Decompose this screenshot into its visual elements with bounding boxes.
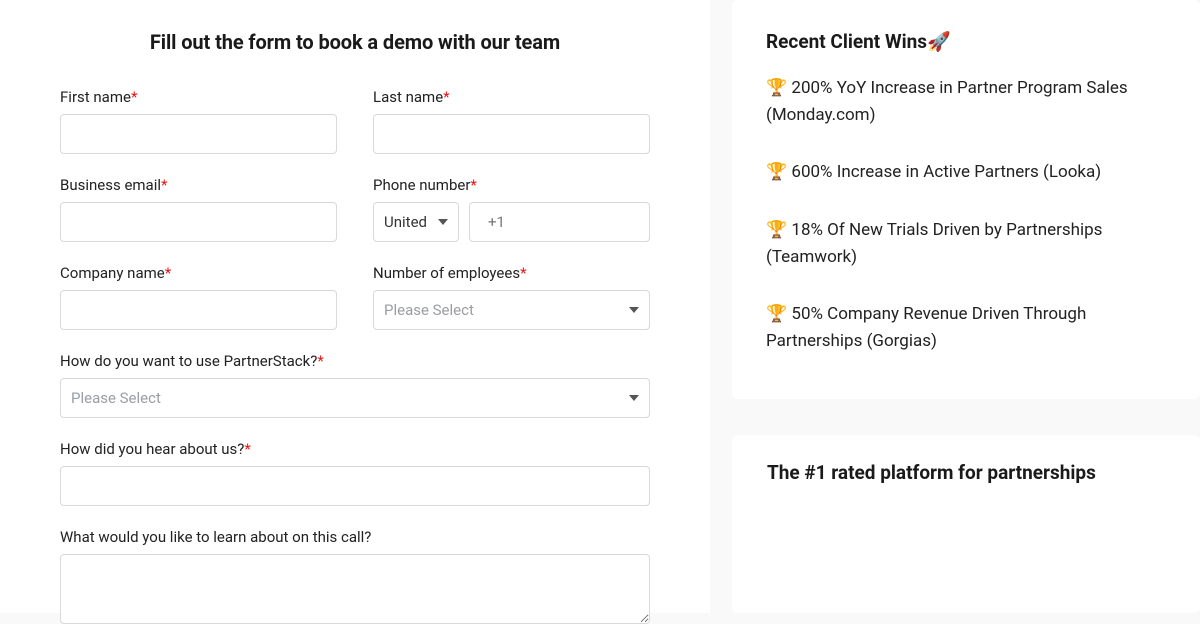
company-name-input[interactable]: [60, 290, 337, 330]
phone-country-select[interactable]: United: [373, 202, 459, 242]
wins-item: 🏆 50% Company Revenue Driven Through Par…: [766, 301, 1164, 355]
demo-form-panel: Fill out the form to book a demo with ou…: [0, 0, 710, 613]
field-hear-about: How did you hear about us?*: [60, 440, 650, 506]
field-use-case: How do you want to use PartnerStack?* Pl…: [60, 352, 650, 418]
required-marker: *: [317, 352, 323, 370]
wins-card: Recent Client Wins🚀 🏆 200% YoY Increase …: [732, 0, 1200, 399]
rated-title: The #1 rated platform for partnerships: [767, 461, 1170, 484]
employees-label: Number of employees*: [373, 264, 650, 282]
required-marker: *: [165, 264, 171, 282]
wins-list: 🏆 200% YoY Increase in Partner Program S…: [766, 75, 1164, 355]
required-marker: *: [443, 88, 449, 106]
first-name-input[interactable]: [60, 114, 337, 154]
hear-about-input[interactable]: [60, 466, 650, 506]
field-business-email: Business email*: [60, 176, 337, 242]
wins-item: 🏆 18% Of New Trials Driven by Partnershi…: [766, 217, 1164, 271]
required-marker: *: [470, 176, 476, 194]
required-marker: *: [244, 440, 250, 458]
last-name-label: Last name*: [373, 88, 650, 106]
phone-label: Phone number*: [373, 176, 650, 194]
rated-card: The #1 rated platform for partnerships: [732, 435, 1200, 613]
employees-select[interactable]: Please Select: [373, 290, 650, 330]
learn-about-textarea[interactable]: [60, 554, 650, 624]
business-email-input[interactable]: [60, 202, 337, 242]
field-last-name: Last name*: [373, 88, 650, 154]
required-marker: *: [161, 176, 167, 194]
learn-about-label: What would you like to learn about on th…: [60, 528, 650, 546]
first-name-label: First name*: [60, 88, 337, 106]
field-employees: Number of employees* Please Select: [373, 264, 650, 330]
field-phone: Phone number* United: [373, 176, 650, 242]
field-first-name: First name*: [60, 88, 337, 154]
last-name-input[interactable]: [373, 114, 650, 154]
company-name-label: Company name*: [60, 264, 337, 282]
wins-item: 🏆 600% Increase in Active Partners (Look…: [766, 159, 1164, 186]
field-learn-about: What would you like to learn about on th…: [60, 528, 650, 624]
field-company-name: Company name*: [60, 264, 337, 330]
required-marker: *: [520, 264, 526, 282]
hear-about-label: How did you hear about us?*: [60, 440, 650, 458]
use-case-label: How do you want to use PartnerStack?*: [60, 352, 650, 370]
required-marker: *: [131, 88, 137, 106]
form-title: Fill out the form to book a demo with ou…: [60, 30, 650, 54]
wins-item: 🏆 200% YoY Increase in Partner Program S…: [766, 75, 1164, 129]
business-email-label: Business email*: [60, 176, 337, 194]
use-case-select[interactable]: Please Select: [60, 378, 650, 418]
wins-title: Recent Client Wins🚀: [766, 30, 1164, 53]
side-panel: Recent Client Wins🚀 🏆 200% YoY Increase …: [732, 0, 1200, 613]
phone-number-input[interactable]: [469, 202, 650, 242]
